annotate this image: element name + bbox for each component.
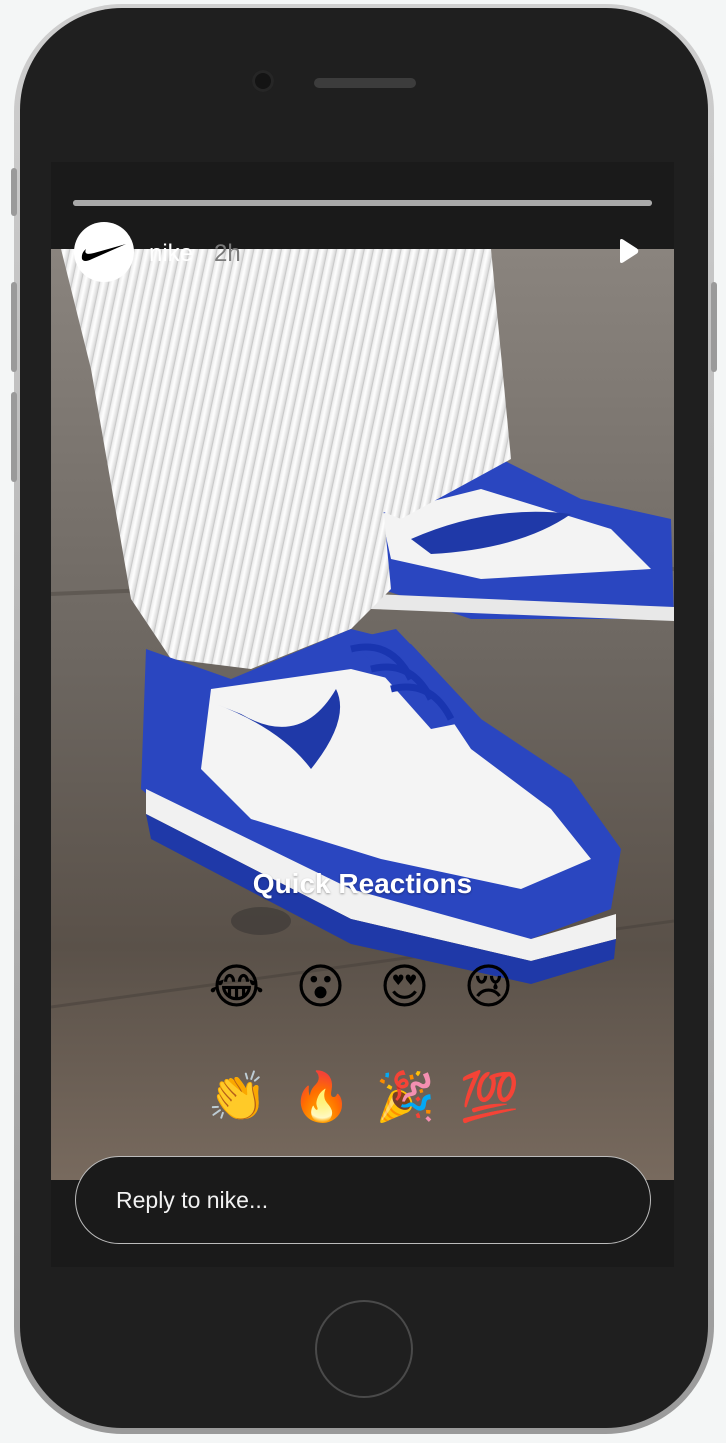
- play-icon[interactable]: [615, 238, 641, 264]
- sneaker-photo: [51, 249, 674, 1180]
- reply-field[interactable]: [75, 1156, 651, 1244]
- reply-input[interactable]: [114, 1181, 618, 1219]
- story-username[interactable]: nike: [149, 240, 193, 268]
- crying-emoji[interactable]: 😢: [460, 959, 518, 1017]
- reactions-row-2: 👏 🔥 🎉 💯: [51, 1069, 674, 1127]
- story-screen: nike 2h Quick Reactions 😂 😮 😍 😢 👏 🔥 🎉 💯: [51, 162, 674, 1267]
- mute-switch: [11, 168, 17, 216]
- avatar[interactable]: [74, 222, 134, 282]
- front-camera: [252, 70, 274, 92]
- heart-eyes-emoji[interactable]: 😍: [376, 959, 434, 1017]
- volume-down-button: [11, 392, 17, 482]
- story-timestamp: 2h: [214, 240, 241, 267]
- reactions-row-1: 😂 😮 😍 😢: [51, 959, 674, 1017]
- surprised-emoji[interactable]: 😮: [292, 959, 350, 1017]
- earpiece-speaker: [314, 78, 416, 88]
- story-progress-track: [73, 200, 652, 206]
- power-button: [711, 282, 717, 372]
- fire-emoji[interactable]: 🔥: [292, 1069, 352, 1127]
- laugh-cry-emoji[interactable]: 😂: [208, 959, 266, 1017]
- nike-swoosh-icon: [81, 244, 126, 261]
- hundred-emoji[interactable]: 💯: [460, 1069, 520, 1127]
- quick-reactions-title: Quick Reactions: [252, 868, 473, 899]
- story-progress-fill: [73, 200, 652, 206]
- party-emoji[interactable]: 🎉: [376, 1069, 436, 1127]
- volume-up-button: [11, 282, 17, 372]
- story-image: [51, 249, 674, 1180]
- home-button[interactable]: [315, 1300, 413, 1398]
- clap-emoji[interactable]: 👏: [208, 1069, 268, 1127]
